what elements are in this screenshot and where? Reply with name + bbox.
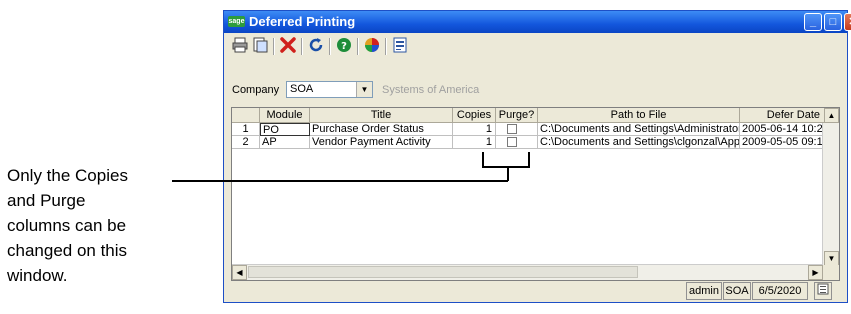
company-name: Systems of America [382,84,480,96]
copies-input[interactable]: 1 [453,136,496,149]
callout-line: columns can be [7,216,127,235]
close-button[interactable]: ✕ [844,13,851,31]
deferred-printing-window: sage Deferred Printing _ □ ✕ ? [223,10,851,303]
callout-line: changed on this [7,241,128,260]
horizontal-scroll-thumb[interactable] [248,266,638,278]
horizontal-scrollbar[interactable]: ◀ ▶ [232,264,823,280]
company-label: Company [232,84,280,96]
callout-bracket-right [528,152,530,167]
title-cell: Purchase Order Status [310,123,453,136]
module-cell: PO [260,123,310,136]
callout-line: window. [7,266,68,285]
company-value: SOA [290,83,314,95]
callout-line: and Purge [7,191,86,210]
toolbar-separator [357,38,359,55]
column-header-defer-date[interactable]: Defer Date [740,108,825,123]
column-header-purge[interactable]: Purge? [496,108,538,123]
delete-icon[interactable] [278,36,298,56]
path-cell: C:\Documents and Settings\Administrator [538,123,740,136]
column-header-defer-date-label: Defer Date [766,109,820,121]
toolbar-separator [301,38,303,55]
column-header-path[interactable]: Path to File [538,108,740,123]
path-cell: C:\Documents and Settings\clgonzal\App [538,136,740,149]
vertical-scrollbar[interactable] [822,123,839,267]
settings-icon[interactable] [390,36,410,56]
refresh-icon[interactable] [306,36,326,56]
module-cell: AP [260,136,310,149]
callout-line: Only the Copies [7,166,128,185]
column-header-module[interactable]: Module [260,108,310,123]
deferred-jobs-grid: Module Title Copies Purge? Path to File … [231,107,840,281]
column-header-rownum [232,108,260,123]
minimize-button[interactable]: _ [804,13,822,31]
purge-checkbox[interactable] [507,124,517,134]
purge-cell [496,123,538,136]
toolbar-separator [385,38,387,55]
preview-icon[interactable] [250,36,270,56]
copies-input[interactable]: 1 [453,123,496,136]
scroll-right-button[interactable]: ▶ [808,265,823,280]
callout-text: Only the Copies and Purge columns can be… [7,163,182,288]
purge-cell [496,136,538,149]
defer-date-cell: 2005-06-14 10:28: [740,123,825,136]
sage-logo-icon: sage [228,16,245,27]
toolbar-separator [329,38,331,55]
color-wheel-icon[interactable] [362,36,382,56]
callout-bracket-left [482,152,484,167]
status-company: SOA [723,282,751,300]
row-number[interactable]: 1 [232,123,260,136]
toolbar-separator [273,38,275,55]
status-date: 6/5/2020 [752,282,808,300]
title-bar[interactable]: sage Deferred Printing _ □ ✕ [224,11,851,33]
scroll-up-button[interactable]: ▲ [824,108,839,123]
company-select[interactable]: SOA ▼ [286,81,373,98]
title-cell: Vendor Payment Activity [310,136,453,149]
callout-bracket-bar [482,166,530,168]
scroll-left-button[interactable]: ◀ [232,265,247,280]
help-icon[interactable]: ? [334,36,354,56]
row-number[interactable]: 2 [232,136,260,149]
scroll-down-button[interactable]: ▼ [824,251,839,266]
status-user: admin [686,282,722,300]
window-title: Deferred Printing [249,14,356,29]
status-info-icon[interactable] [814,282,832,300]
callout-bracket-stem [507,167,509,181]
status-bar: admin SOA 6/5/2020 [224,280,847,302]
print-icon[interactable] [230,36,250,56]
callout-leader [172,180,508,182]
column-header-copies[interactable]: Copies [453,108,496,123]
purge-checkbox[interactable] [507,137,517,147]
scroll-corner [823,265,839,280]
chevron-down-icon[interactable]: ▼ [356,82,372,97]
column-header-title[interactable]: Title [310,108,453,123]
maximize-button[interactable]: □ [824,13,842,31]
defer-date-cell: 2009-05-05 09:10: [740,136,825,149]
svg-text:?: ? [341,41,347,52]
